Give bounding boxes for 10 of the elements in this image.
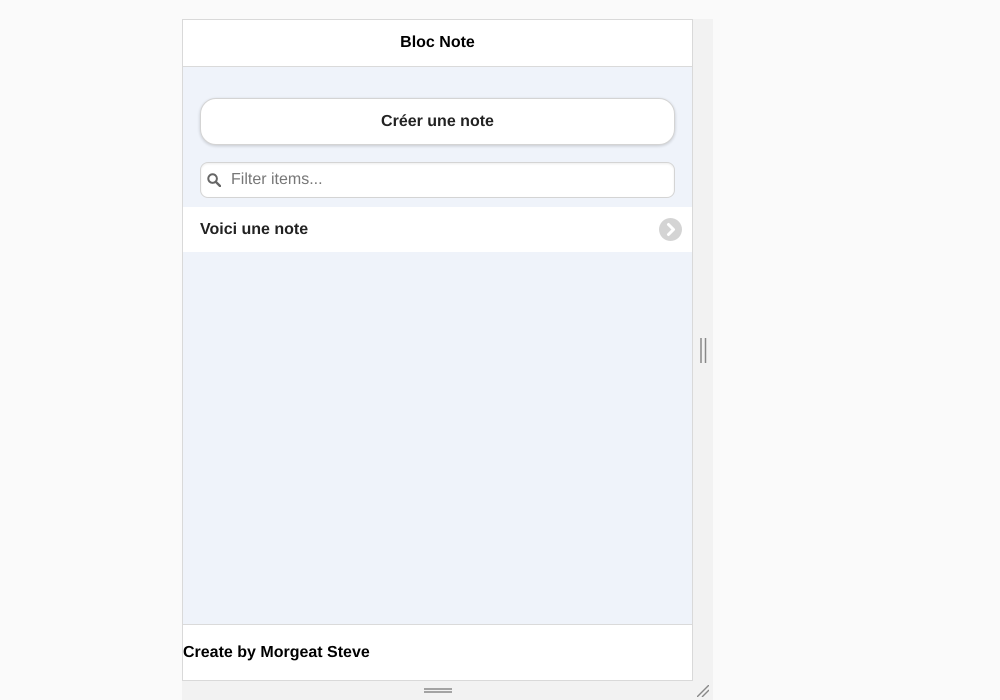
resize-corner-icon: [697, 685, 709, 697]
search-icon: [207, 173, 221, 187]
search-field[interactable]: Filter items...: [200, 162, 675, 198]
note-list-item[interactable]: Voici une note: [183, 207, 692, 252]
create-note-button[interactable]: Créer une note: [200, 98, 675, 145]
resize-grip-icon: [424, 688, 452, 693]
chevron-circle-icon: [659, 218, 682, 241]
resize-grip-icon: [700, 338, 707, 363]
footer-text: Create by Morgeat Steve: [183, 642, 370, 662]
app-title: Bloc Note: [400, 33, 475, 53]
